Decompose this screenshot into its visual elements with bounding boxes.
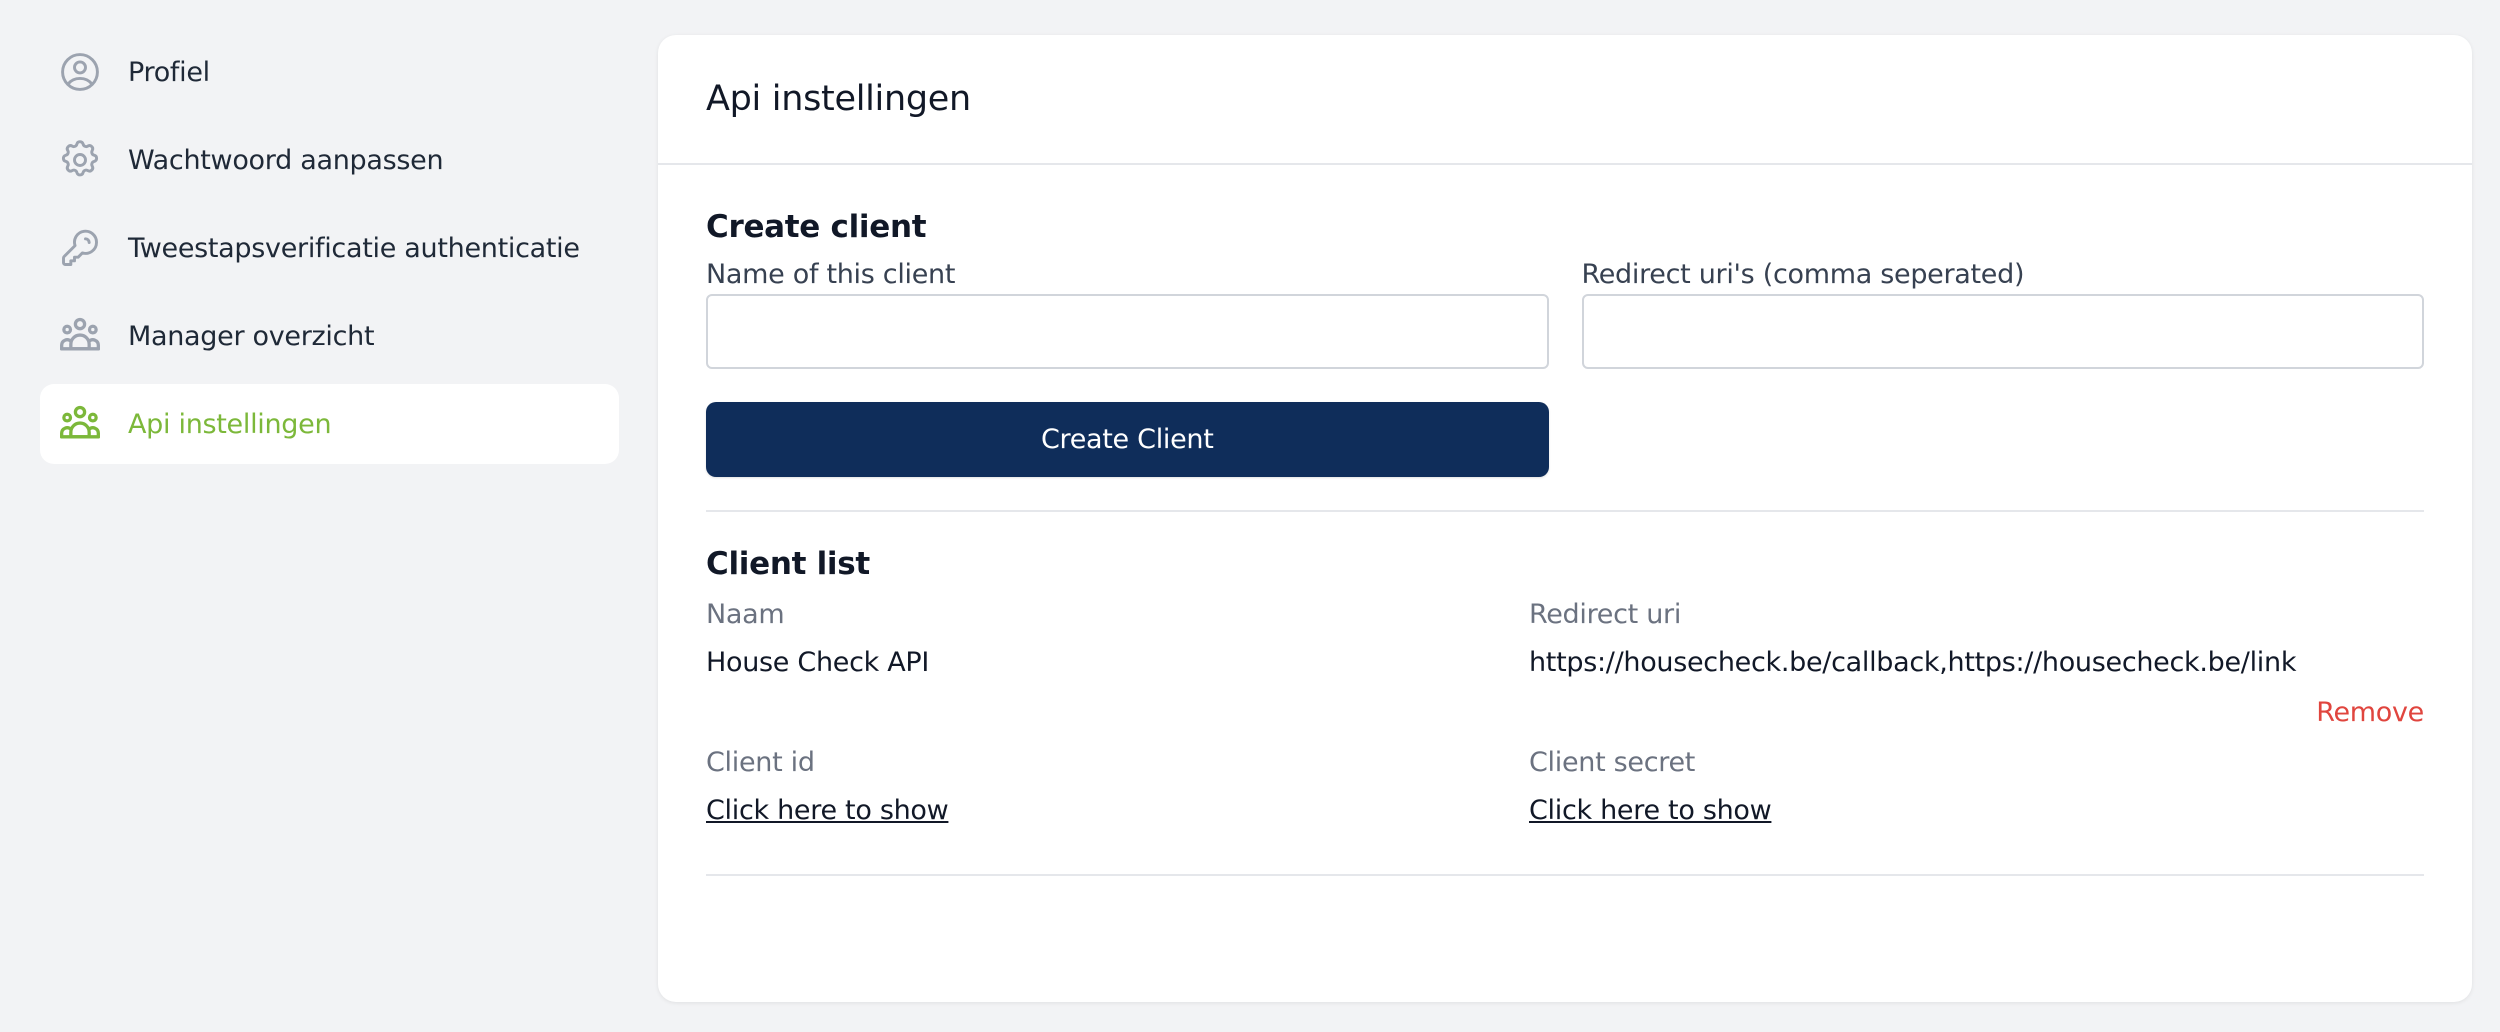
create-button-row: Create Client — [706, 402, 2424, 477]
remove-client-button[interactable]: Remove — [2316, 697, 2424, 728]
sidebar-item-label: Wachtwoord aanpassen — [128, 144, 444, 176]
user-group-icon — [58, 314, 102, 358]
sidebar-item-label: Api instellingen — [128, 408, 332, 440]
redirect-uris-input[interactable] — [1581, 294, 2424, 369]
client-name-column: Naam House Check API — [706, 596, 1529, 682]
card-header: Api instellingen — [658, 35, 2472, 165]
client-name-group: Name of this client — [706, 259, 1549, 369]
client-id-label: Client id — [706, 747, 815, 778]
remove-row: Remove — [706, 694, 2424, 732]
client-redirect-column: Redirect uri https://housecheck.be/callb… — [1529, 596, 2424, 682]
card-body: Create client Name of this client Redire… — [658, 209, 2472, 876]
sidebar-item-wachtwoord-aanpassen[interactable]: Wachtwoord aanpassen — [40, 120, 619, 200]
client-redirect-value: https://housecheck.be/callback,https://h… — [1529, 647, 2297, 678]
client-credentials-row: Client id Click here to show Client secr… — [706, 744, 2424, 830]
client-name-value: House Check API — [706, 647, 930, 678]
redirect-uris-label: Redirect uri's (comma seperated) — [1581, 259, 2025, 290]
sidebar-item-profiel[interactable]: Profiel — [40, 32, 619, 112]
user-circle-icon — [58, 50, 102, 94]
user-group-icon — [58, 402, 102, 446]
client-info-row: Naam House Check API Redirect uri https:… — [706, 596, 2424, 682]
sidebar-item-label: Profiel — [128, 56, 210, 88]
client-divider — [706, 874, 2424, 876]
gear-icon — [58, 138, 102, 182]
sidebar-item-api-instellingen[interactable]: Api instellingen — [40, 384, 619, 464]
sidebar-item-tweestapsverificatie[interactable]: Tweestapsverificatie authenticatie — [40, 208, 619, 288]
client-list-heading: Client list — [706, 546, 870, 582]
settings-sidebar: Profiel Wachtwoord aanpassen Tweestapsve… — [40, 32, 619, 472]
sidebar-item-label: Tweestapsverificatie authenticatie — [128, 232, 580, 264]
page-title: Api instellingen — [706, 79, 971, 119]
show-client-id-link[interactable]: Click here to show — [706, 792, 949, 830]
key-icon — [58, 226, 102, 270]
client-name-input[interactable] — [706, 294, 1549, 369]
client-id-column: Client id Click here to show — [706, 744, 1529, 830]
client-name-label: Name of this client — [706, 259, 956, 290]
client-list-item: Naam House Check API Redirect uri https:… — [706, 596, 2424, 876]
api-settings-card: Api instellingen Create client Name of t… — [658, 35, 2472, 1002]
create-client-button[interactable]: Create Client — [706, 402, 1549, 477]
sidebar-item-label: Manager overzicht — [128, 320, 375, 352]
client-redirect-field-label: Redirect uri — [1529, 599, 1682, 630]
client-secret-label: Client secret — [1529, 747, 1696, 778]
create-client-heading: Create client — [706, 209, 927, 245]
client-name-field-label: Naam — [706, 599, 785, 630]
sidebar-item-manager-overzicht[interactable]: Manager overzicht — [40, 296, 619, 376]
create-client-form: Name of this client Redirect uri's (comm… — [706, 259, 2424, 369]
client-secret-column: Client secret Click here to show — [1529, 744, 2424, 830]
show-client-secret-link[interactable]: Click here to show — [1529, 792, 1772, 830]
section-divider — [706, 510, 2424, 512]
redirect-uris-group: Redirect uri's (comma seperated) — [1581, 259, 2424, 369]
